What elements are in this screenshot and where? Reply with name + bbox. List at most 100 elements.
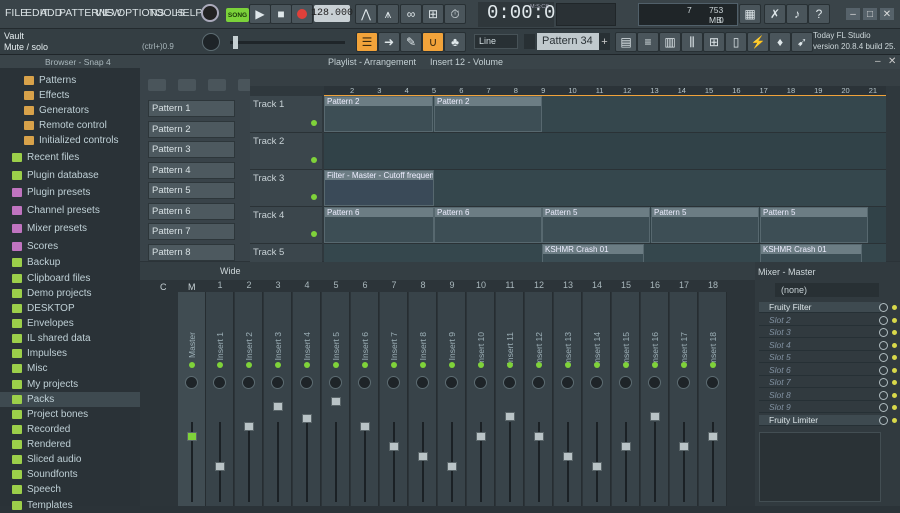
slot-enable-toggle[interactable] xyxy=(879,315,888,325)
volume-fader[interactable] xyxy=(389,442,399,451)
effect-slot[interactable]: Slot 8 xyxy=(759,390,881,401)
pattern-list-item[interactable]: Pattern 4 xyxy=(148,161,235,179)
slot-enable-toggle[interactable] xyxy=(879,378,888,387)
insert-enable-led[interactable] xyxy=(710,362,716,368)
pattern-clip[interactable]: Pattern 6 xyxy=(324,207,434,243)
pan-knob[interactable] xyxy=(329,376,342,389)
slot-enable-toggle[interactable] xyxy=(879,340,888,350)
track-header[interactable]: Track 3 xyxy=(250,170,322,207)
browser-item[interactable]: DESKTOP xyxy=(0,301,140,316)
slot-enable-toggle[interactable] xyxy=(879,416,888,425)
browser-item[interactable]: Recent files xyxy=(0,150,140,165)
volume-fader[interactable] xyxy=(273,402,283,411)
maximize-button[interactable]: □ xyxy=(863,8,877,20)
volume-fader[interactable] xyxy=(505,412,515,421)
channel-rack-button[interactable]: ▥ xyxy=(659,32,681,52)
rack-tool-button[interactable] xyxy=(208,79,226,91)
browser-item[interactable]: Plugin database xyxy=(0,168,140,183)
browser-item[interactable]: Remote control xyxy=(0,118,140,133)
slot-enable-toggle[interactable] xyxy=(879,303,888,312)
browser-item[interactable]: Misc xyxy=(0,361,140,376)
timeline-ruler[interactable]: 2 3 4 5 6 7 8 9 10 11 12 13 14 15 16 17 18 19 20 21 xyxy=(324,86,886,96)
pattern-list-item[interactable]: Pattern 5 xyxy=(148,182,235,199)
playlist-close-icon[interactable]: ✕ xyxy=(888,56,896,67)
snap-select[interactable]: Line xyxy=(474,34,518,49)
browser-item[interactable]: Speech xyxy=(0,482,140,497)
tools-button[interactable]: ✗ xyxy=(764,4,786,24)
mixer-button[interactable]: ⫼ xyxy=(681,32,703,52)
track-mute-led[interactable] xyxy=(311,231,317,237)
volume-fader[interactable] xyxy=(302,414,312,423)
insert-enable-led[interactable] xyxy=(594,362,600,368)
audio-input-select[interactable]: (none) xyxy=(775,283,879,297)
pattern-prev[interactable] xyxy=(524,34,535,49)
eq-graph[interactable] xyxy=(759,432,881,502)
browser-item[interactable]: Effects xyxy=(0,88,140,103)
arrow-button[interactable]: ➜ xyxy=(378,32,400,52)
volume-fader[interactable] xyxy=(244,422,254,431)
pattern-list-item[interactable]: Pattern 8 xyxy=(148,243,235,261)
record-button[interactable] xyxy=(291,4,313,24)
browser-item[interactable]: Generators xyxy=(0,103,140,118)
insert-strip[interactable]: 4 Insert 4 xyxy=(293,280,321,506)
master-strip[interactable]: Master xyxy=(178,292,206,506)
pattern-step-button[interactable]: ⋀ xyxy=(355,4,377,24)
insert-strip[interactable]: 6 Insert 6 xyxy=(351,280,379,506)
stamp-button[interactable]: ♣ xyxy=(444,32,466,52)
pan-knob[interactable] xyxy=(213,376,226,389)
effect-slot[interactable]: Fruity Limiter xyxy=(759,415,881,426)
pattern-list-item[interactable]: Pattern 2 xyxy=(148,120,235,138)
online-button[interactable]: ➹ xyxy=(791,32,813,52)
tempo-display[interactable]: 128.000 xyxy=(311,5,353,22)
track-mute-led[interactable] xyxy=(311,120,317,126)
insert-enable-led[interactable] xyxy=(623,362,629,368)
mixer-view-label[interactable]: Wide xyxy=(220,266,241,276)
browser-item[interactable]: Rendered xyxy=(0,437,140,452)
insert-enable-led[interactable] xyxy=(478,362,484,368)
pan-knob[interactable] xyxy=(532,376,545,389)
volume-fader[interactable] xyxy=(331,397,341,406)
help-button[interactable]: ? xyxy=(808,4,830,24)
playlist-view-button[interactable]: ▤ xyxy=(615,32,637,52)
metronome-button[interactable]: ⩚ xyxy=(377,4,399,24)
slot-enable-toggle[interactable] xyxy=(879,353,888,362)
effect-slot[interactable]: Slot 4 xyxy=(759,340,881,351)
pattern-list-item[interactable]: Pattern 7 xyxy=(148,223,235,240)
effect-slot[interactable]: Slot 2 xyxy=(759,315,881,326)
track-mute-led[interactable] xyxy=(311,194,317,200)
pan-knob[interactable] xyxy=(474,376,487,389)
effect-slot[interactable]: Slot 9 xyxy=(759,402,881,413)
stop-button[interactable]: ■ xyxy=(270,4,292,24)
pan-knob[interactable] xyxy=(185,376,198,389)
insert-enable-led[interactable] xyxy=(652,362,658,368)
browser-item[interactable]: Impulses xyxy=(0,346,140,361)
pan-knob[interactable] xyxy=(271,376,284,389)
pattern-clip[interactable]: Pattern 5 xyxy=(651,207,759,243)
insert-strip[interactable]: 7 Insert 7 xyxy=(380,280,408,506)
browser-item[interactable]: Patterns xyxy=(0,73,140,88)
volume-fader[interactable] xyxy=(534,432,544,441)
volume-fader[interactable] xyxy=(360,422,370,431)
browser-item[interactable]: Envelopes xyxy=(0,316,140,331)
insert-enable-led[interactable] xyxy=(420,362,426,368)
pattern-clip[interactable]: Pattern 6 xyxy=(434,207,542,243)
insert-strip[interactable]: 8 Insert 8 xyxy=(409,280,437,506)
effect-slot[interactable]: Slot 6 xyxy=(759,365,881,376)
insert-strip[interactable]: 15 Insert 15 xyxy=(612,280,640,506)
master-slider[interactable] xyxy=(230,36,345,49)
browser-item[interactable]: IL shared data xyxy=(0,331,140,346)
insert-enable-led[interactable] xyxy=(681,362,687,368)
insert-strip[interactable]: 12 Insert 12 xyxy=(525,280,553,506)
effect-slot[interactable]: Slot 5 xyxy=(759,352,881,363)
insert-strip[interactable]: 9 Insert 9 xyxy=(438,280,466,506)
browser-item[interactable]: Channel presets xyxy=(0,203,140,218)
tempo-tap-button[interactable]: ♦ xyxy=(769,32,791,52)
master-pitch-knob[interactable] xyxy=(202,33,220,51)
insert-enable-led[interactable] xyxy=(333,362,339,368)
insert-strip[interactable]: 5 Insert 5 xyxy=(322,280,350,506)
pan-knob[interactable] xyxy=(590,376,603,389)
project-button[interactable]: ▯ xyxy=(725,32,747,52)
browser-item[interactable]: Scores xyxy=(0,239,140,254)
magnet-button[interactable]: ∪ xyxy=(422,32,444,52)
pan-knob[interactable] xyxy=(503,376,516,389)
